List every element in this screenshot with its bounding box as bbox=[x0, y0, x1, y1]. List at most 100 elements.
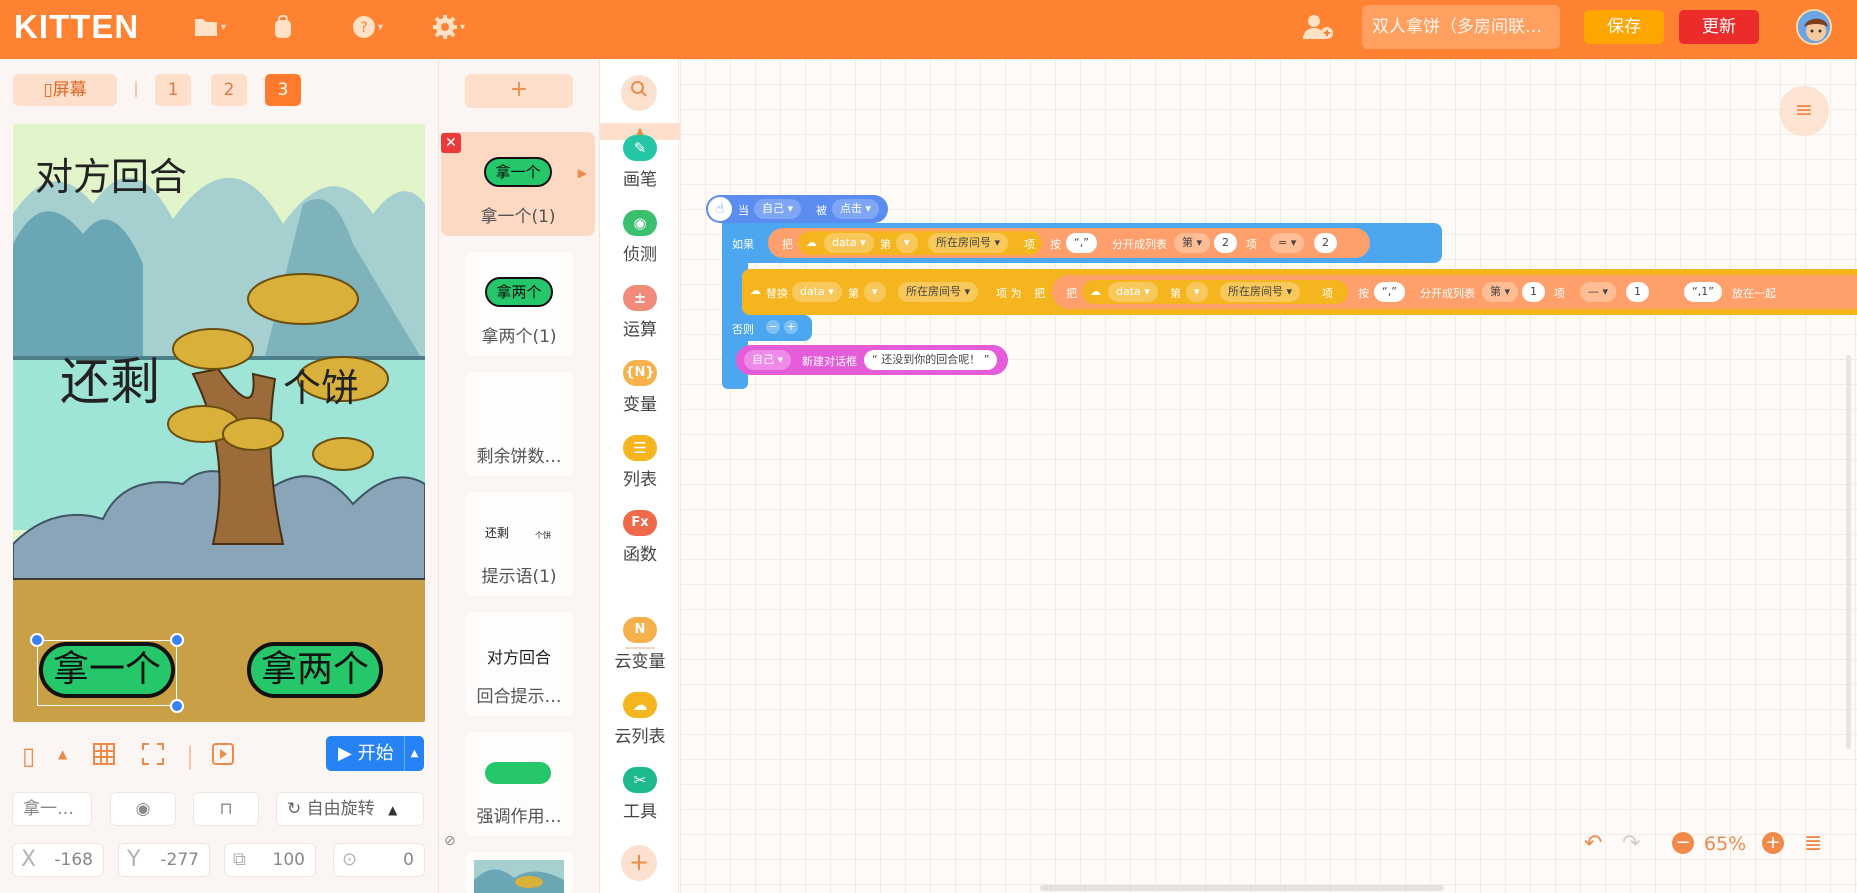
fullscreen-icon[interactable] bbox=[141, 742, 165, 772]
screen-tab-2[interactable]: 2 bbox=[211, 74, 247, 106]
index-dropdown[interactable]: ▾ bbox=[1186, 282, 1208, 302]
backpack-icon[interactable] bbox=[270, 13, 296, 41]
chevron-right-icon[interactable]: ▶ bbox=[578, 166, 587, 180]
sprite-item[interactable]: 剩余饼数… bbox=[465, 372, 573, 476]
sprite-item[interactable] bbox=[465, 852, 573, 893]
new-dialog-block[interactable]: 自己 ▾ 新建对话框 “ 还没到你的回合呢！ ” bbox=[736, 345, 1008, 375]
project-name-input[interactable]: 双人拿饼（多房间联… bbox=[1362, 5, 1560, 49]
arrange-blocks-icon[interactable]: ≣ bbox=[1804, 831, 1822, 856]
separator-input[interactable]: “,” bbox=[1066, 233, 1097, 253]
remove-branch-icon[interactable]: − bbox=[766, 320, 780, 334]
vertical-scrollbar[interactable] bbox=[1846, 355, 1851, 749]
file-menu-icon[interactable]: ▾ bbox=[193, 13, 226, 41]
workspace-search-icon[interactable]: ≡ bbox=[1779, 86, 1829, 136]
size-field[interactable]: ⧉ 100 bbox=[224, 843, 316, 877]
category-function[interactable]: Fx 函数 bbox=[600, 510, 680, 565]
index-dropdown[interactable]: 第 ▾ bbox=[1482, 282, 1519, 302]
redo-icon[interactable]: ↷ bbox=[1622, 831, 1640, 856]
sprite-item[interactable]: 强调作用… bbox=[465, 732, 573, 836]
resize-handle[interactable] bbox=[170, 699, 184, 713]
operator-dropdown[interactable]: = ▾ bbox=[1270, 233, 1305, 253]
category-pen[interactable]: ✎ 画笔 bbox=[600, 135, 680, 190]
device-caret-icon[interactable]: ▲ bbox=[58, 747, 67, 761]
visibility-eye-icon[interactable]: ◉ bbox=[110, 792, 176, 826]
rotation-field[interactable]: ⊙ 0 bbox=[333, 843, 425, 877]
logo[interactable]: KITTEN bbox=[14, 8, 139, 46]
screen-tab-3[interactable]: 3 bbox=[265, 74, 301, 106]
code-workspace[interactable]: ≡ ☝ 当 自己 ▾ 被 点击 ▾ 如果 把 ☁ data ▾ 第 ▾ 所在房间… bbox=[680, 59, 1857, 893]
if-condition-row[interactable]: 如果 把 ☁ data ▾ 第 ▾ 所在房间号 ▾ 项 按 “,” 分开成列表 … bbox=[722, 223, 1442, 263]
index-dropdown[interactable]: ▾ bbox=[864, 282, 886, 302]
turn-hint-text[interactable]: 对方回合 bbox=[35, 146, 187, 201]
screen-tab-1[interactable]: 1 bbox=[155, 74, 191, 106]
room-variable[interactable]: 所在房间号 ▾ bbox=[928, 233, 1009, 253]
category-math[interactable]: ± 运算 bbox=[600, 285, 680, 340]
screen-button[interactable]: ▯屏幕 bbox=[13, 74, 117, 106]
room-variable[interactable]: 所在房间号 ▾ bbox=[1220, 282, 1301, 302]
horizontal-scrollbar[interactable] bbox=[1040, 885, 1444, 891]
add-collaborator-icon[interactable] bbox=[1302, 13, 1334, 41]
grid-icon[interactable] bbox=[92, 742, 116, 772]
category-cloud-list[interactable]: ☁ 云列表 bbox=[600, 692, 680, 747]
number-input[interactable]: 2 bbox=[1214, 233, 1237, 253]
take-two-sprite[interactable]: 拿两个 bbox=[247, 642, 383, 698]
target-dropdown[interactable]: 自己 ▾ bbox=[744, 350, 792, 370]
list-dropdown[interactable]: data ▾ bbox=[1108, 282, 1158, 302]
zoom-out-icon[interactable]: − bbox=[1672, 832, 1694, 854]
target-dropdown[interactable]: 自己 ▾ bbox=[754, 199, 802, 219]
list-dropdown[interactable]: data ▾ bbox=[792, 282, 842, 302]
stage-canvas[interactable]: 对方回合 还剩 个饼 拿一个 拿两个 bbox=[13, 124, 425, 722]
selection-menu-handle[interactable] bbox=[30, 633, 44, 647]
category-detect[interactable]: ◉ 侦测 bbox=[600, 210, 680, 265]
replace-list-item-block[interactable]: ☁ 替换 data ▾ 第 ▾ 所在房间号 ▾ 项 为 把 把 ☁ data ▾… bbox=[742, 269, 1857, 315]
zoom-in-icon[interactable]: + bbox=[1762, 832, 1784, 854]
save-button[interactable]: 保存 bbox=[1584, 10, 1664, 44]
category-list[interactable]: ☰ 列表 bbox=[600, 435, 680, 490]
room-variable[interactable]: 所在房间号 ▾ bbox=[898, 282, 979, 302]
add-extension-button[interactable]: + bbox=[621, 845, 657, 881]
start-dropdown-icon[interactable]: ▲ bbox=[404, 736, 424, 771]
cloud-list-item-block[interactable]: ☁ data ▾ 第 ▾ 所在房间号 ▾ 项 bbox=[798, 231, 1042, 255]
separator-input[interactable]: “,” bbox=[1374, 282, 1405, 302]
update-button[interactable]: 更新 bbox=[1679, 10, 1759, 44]
x-field[interactable]: X -168 bbox=[12, 843, 104, 877]
sprite-name-field[interactable]: 拿一… bbox=[12, 792, 92, 826]
when-clicked-block[interactable]: ☝ 当 自己 ▾ 被 点击 ▾ bbox=[706, 195, 888, 223]
preview-play-icon[interactable] bbox=[211, 742, 235, 772]
action-dropdown[interactable]: 点击 ▾ bbox=[832, 199, 880, 219]
delete-sprite-icon[interactable]: ✕ bbox=[441, 133, 461, 153]
number-input[interactable]: 2 bbox=[1314, 233, 1337, 253]
sprite-item[interactable]: 拿两个 拿两个(1) bbox=[465, 252, 573, 356]
sprite-item[interactable]: 拿一个 拿一个(1) ▶ bbox=[441, 132, 595, 236]
compare-block[interactable]: 把 ☁ data ▾ 第 ▾ 所在房间号 ▾ 项 按 “,” 分开成列表 第 ▾… bbox=[768, 228, 1370, 258]
help-icon[interactable]: ? ▾ bbox=[352, 13, 383, 41]
y-field[interactable]: Y -277 bbox=[118, 843, 210, 877]
dialog-text-input[interactable]: “ 还没到你的回合呢！ ” bbox=[864, 350, 998, 370]
search-icon[interactable] bbox=[621, 75, 657, 111]
sprite-item[interactable]: 对方回合 回合提示… bbox=[465, 612, 573, 716]
device-icon[interactable]: ▯ bbox=[22, 742, 35, 770]
rotation-mode-select[interactable]: ↻ 自由旋转 ▲ bbox=[276, 792, 424, 826]
cloud-list-item-block[interactable]: ☁ data ▾ 第 ▾ 所在房间号 ▾ 项 bbox=[1082, 280, 1348, 304]
category-tools[interactable]: ✂ 工具 bbox=[600, 767, 680, 822]
operator-dropdown[interactable]: — ▾ bbox=[1580, 282, 1617, 302]
else-row[interactable]: 否则 − + bbox=[722, 315, 812, 341]
sprite-item[interactable]: 还剩 个饼 提示语(1) bbox=[465, 492, 573, 596]
start-button[interactable]: ▶ 开始 ▲ bbox=[326, 736, 424, 771]
string-input[interactable]: “,1” bbox=[1684, 282, 1722, 302]
category-variable[interactable]: {N} 变量 bbox=[600, 360, 680, 415]
number-input[interactable]: 1 bbox=[1522, 282, 1545, 302]
settings-gear-icon[interactable]: ▾ bbox=[432, 13, 465, 41]
cakes-text[interactable]: 个饼 bbox=[283, 357, 359, 412]
list-dropdown[interactable]: data ▾ bbox=[824, 233, 874, 253]
undo-icon[interactable]: ↶ bbox=[1584, 831, 1602, 856]
category-cloud-variable[interactable]: N 云变量 bbox=[600, 617, 680, 672]
join-block[interactable]: 把 ☁ data ▾ 第 ▾ 所在房间号 ▾ 项 按 “,” 分开成列表 第 ▾… bbox=[1052, 275, 1857, 309]
add-branch-icon[interactable]: + bbox=[784, 320, 798, 334]
number-input[interactable]: 1 bbox=[1626, 282, 1649, 302]
lock-icon[interactable]: ⊓ bbox=[193, 792, 259, 826]
add-sprite-button[interactable]: + bbox=[465, 74, 573, 108]
avatar[interactable] bbox=[1796, 9, 1832, 45]
index-dropdown[interactable]: 第 ▾ bbox=[1174, 233, 1211, 253]
remaining-text[interactable]: 还剩 bbox=[60, 342, 160, 414]
